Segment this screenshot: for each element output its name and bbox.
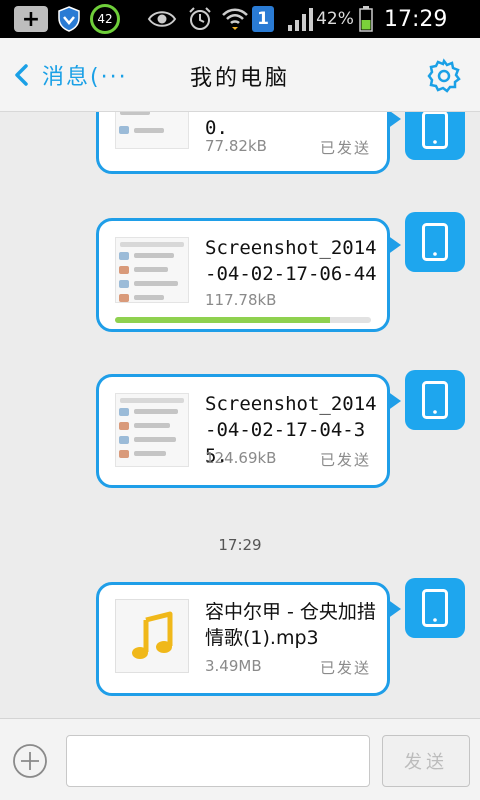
message-input[interactable] [66, 735, 370, 787]
screenshot-thumbnail [115, 112, 189, 149]
phone-icon [422, 223, 448, 261]
avatar[interactable] [405, 370, 465, 430]
file-message-1[interactable]: 4-04-02-17-07-10. 77.82kB 已发送 [96, 112, 401, 174]
back-button[interactable]: 消息(··· [10, 56, 128, 94]
screenshot-thumbnail [115, 237, 189, 303]
progress-fill [115, 317, 331, 323]
phone-icon [422, 589, 448, 627]
music-file-thumbnail [115, 599, 189, 673]
chat-area[interactable]: 4-04-02-17-07-10. 77.82kB 已发送 Screenshot… [0, 112, 480, 718]
file-size: 77.82kB [205, 137, 267, 155]
input-bar: 发送 [0, 718, 480, 800]
avatar[interactable] [405, 578, 465, 638]
shield-icon [56, 6, 82, 32]
gear-icon[interactable] [426, 58, 462, 94]
add-attachment-icon[interactable] [12, 743, 48, 779]
back-label: 消息(··· [42, 65, 128, 90]
page-title: 我的电脑 [189, 66, 290, 91]
notification-count-badge: 42 [90, 4, 120, 34]
status-bar: + 42 1 42% 17:29 [0, 0, 480, 38]
bubble-tail [387, 391, 401, 411]
file-message-4[interactable]: 容中尔甲 - 仓央加措情歌(1).mp3 3.49MB 已发送 [96, 582, 401, 696]
file-size: 117.78kB [205, 291, 277, 309]
title-bar: 消息(··· 我的电脑 [0, 38, 480, 112]
clock: 17:29 [384, 6, 448, 32]
bubble-tail [387, 112, 401, 129]
sim-indicator: 1 [252, 6, 274, 32]
file-size: 124.69kB [205, 449, 277, 467]
signal-icon [286, 6, 316, 32]
alarm-icon [186, 6, 214, 32]
phone-icon [422, 112, 448, 149]
chevron-left-icon [15, 64, 28, 86]
send-status: 已发送 [319, 659, 371, 677]
music-note-icon [132, 611, 173, 659]
file-name: 容中尔甲 - 仓央加措情歌(1).mp3 [205, 601, 376, 649]
eye-icon [146, 6, 178, 32]
file-message-3[interactable]: Screenshot_2014-04-02-17-04-35. 124.69kB… [96, 374, 401, 488]
phone-icon [422, 381, 448, 419]
avatar[interactable] [405, 112, 465, 160]
battery-icon [358, 6, 374, 32]
file-size: 3.49MB [205, 657, 262, 675]
upload-progress-bar [115, 317, 371, 323]
wifi-icon [220, 6, 250, 32]
time-divider: 17:29 [218, 536, 262, 554]
add-icon: + [14, 6, 48, 32]
screenshot-thumbnail [115, 393, 189, 467]
send-button[interactable]: 发送 [382, 735, 470, 787]
avatar[interactable] [405, 212, 465, 272]
bubble-tail [387, 235, 401, 255]
file-name: Screenshot_2014-04-02-17-06-44 [205, 237, 377, 285]
bubble-tail [387, 599, 401, 619]
file-message-2[interactable]: Screenshot_2014-04-02-17-06-44 117.78kB [96, 218, 401, 332]
battery-percent: 42% [316, 9, 354, 29]
send-status: 已发送 [319, 139, 371, 157]
send-status: 已发送 [319, 451, 371, 469]
